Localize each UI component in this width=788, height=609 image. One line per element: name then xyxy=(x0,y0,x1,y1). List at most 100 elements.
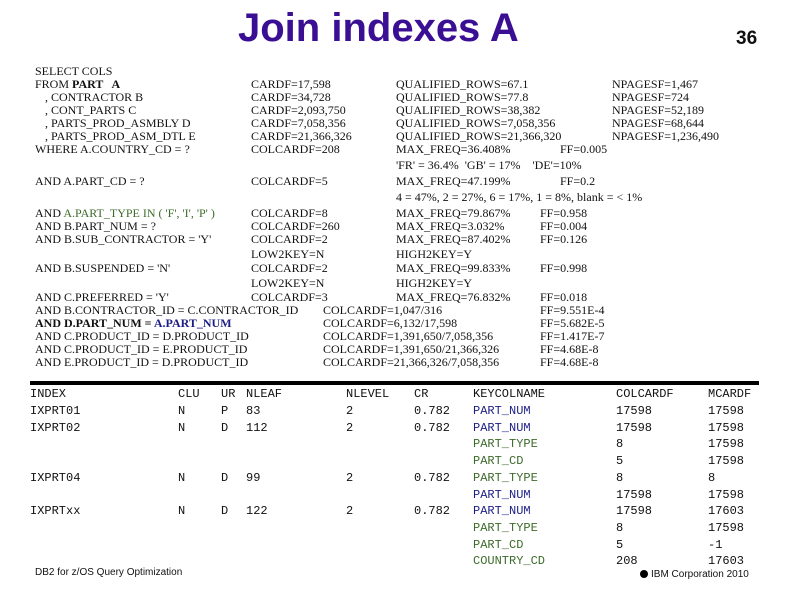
cell-colcardf: 8 xyxy=(616,520,624,535)
cell-index: IXPRT01 xyxy=(30,404,81,418)
cell-ur: D xyxy=(221,420,229,435)
sql-line: AND B.SUB_CONTRACTOR = 'Y' xyxy=(35,232,212,246)
colcardf-value: COLCARDF=260 xyxy=(251,219,340,233)
cell-index: IXPRT02 xyxy=(30,420,81,435)
qualified-rows-value: QUALIFIED_ROWS=67.1 xyxy=(396,77,529,91)
cell-ur: D xyxy=(221,470,229,485)
colcardf-value: COLCARDF=208 xyxy=(251,142,340,156)
cardf-value: CARDF=21,366,326 xyxy=(251,129,352,143)
cell-index: IXPRT04 xyxy=(30,470,81,485)
header-clu: CLU xyxy=(178,387,200,401)
cell-index: IXPRTxx xyxy=(30,504,81,519)
ff-value: FF=5.682E-5 xyxy=(540,316,605,330)
qualified-rows-value: QUALIFIED_ROWS=21,366,320 xyxy=(396,129,562,143)
sql-part-type-predicate: A.PART_TYPE IN ( 'F', 'I', 'P' ) xyxy=(63,206,215,220)
sql-from-keyword: FROM xyxy=(35,77,73,91)
cell-nlevel: 2 xyxy=(346,470,354,485)
sql-line: AND D.PART_NUM = A.PART_NUM xyxy=(35,316,232,330)
cell-mcardf: -1 xyxy=(708,537,723,552)
colcardf-value: COLCARDF=8 xyxy=(251,206,328,220)
low2key-value: LOW2KEY=N xyxy=(251,247,325,261)
cardf-value: CARDF=34,728 xyxy=(251,90,331,104)
ff-value: FF=0.126 xyxy=(540,232,588,246)
cell-mcardf: 17598 xyxy=(708,454,745,469)
cell-keycolname: COUNTRY_CD xyxy=(473,554,546,569)
sql-line: AND A.PART_CD = ? xyxy=(35,174,145,188)
ff-value: FF=0.004 xyxy=(540,219,588,233)
sql-line: SELECT COLS xyxy=(35,64,113,78)
cell-mcardf: 8 xyxy=(708,470,716,485)
cell-colcardf: 17598 xyxy=(616,420,653,435)
ff-value: FF=0.958 xyxy=(540,206,588,220)
cell-clu: N xyxy=(178,420,186,435)
colcardf-value: COLCARDF=2 xyxy=(251,261,328,275)
cardf-value: CARDF=7,058,356 xyxy=(251,116,346,130)
cell-nlevel: 2 xyxy=(346,420,354,435)
high2key-value: HIGH2KEY=Y xyxy=(396,276,473,290)
sql-line: AND E.PRODUCT_ID = D.PRODUCT_ID xyxy=(35,355,249,369)
colcardf-value: COLCARDF=3 xyxy=(251,290,328,304)
qualified-rows-value: QUALIFIED_ROWS=38,382 xyxy=(396,103,541,117)
cell-clu: N xyxy=(178,504,186,519)
npagesf-value: NPAGESF=1,236,490 xyxy=(612,129,720,143)
cell-cr: 0.782 xyxy=(414,420,451,435)
cell-keycolname: PART_TYPE xyxy=(473,520,538,535)
qualified-rows-value: QUALIFIED_ROWS=77.8 xyxy=(396,90,529,104)
sql-line: FROM PART A xyxy=(35,77,120,91)
cell-mcardf: 17603 xyxy=(708,554,745,569)
max-freq-value: MAX_FREQ=79.867% xyxy=(396,206,511,220)
sql-line: , CONT_PARTS C xyxy=(45,103,137,117)
sql-line: , PARTS_PROD_ASMBLY D xyxy=(45,116,191,130)
cell-colcardf: 8 xyxy=(616,437,624,452)
copyright-text: IBM Corporation 2010 xyxy=(651,569,749,580)
sql-line: , CONTRACTOR B xyxy=(45,90,144,104)
ff-value: FF=0.018 xyxy=(540,290,588,304)
sql-and-keyword: AND xyxy=(35,206,64,220)
sql-line: AND C.PRODUCT_ID = E.PRODUCT_ID xyxy=(35,342,248,356)
cell-nleaf: 122 xyxy=(246,504,268,519)
cell-colcardf: 5 xyxy=(616,454,624,469)
max-freq-value: MAX_FREQ=36.408% xyxy=(396,142,511,156)
cell-keycolname: PART_NUM xyxy=(473,404,531,418)
page-number: 36 xyxy=(736,28,758,49)
npagesf-value: NPAGESF=1,467 xyxy=(612,77,699,91)
cell-cr: 0.782 xyxy=(414,470,451,485)
ff-value: FF=0.998 xyxy=(540,261,588,275)
header-keycolname: KEYCOLNAME xyxy=(473,387,546,401)
sql-from-table: PART A xyxy=(72,77,121,91)
footer-course-title: DB2 for z/OS Query Optimization xyxy=(35,567,183,578)
join-colcardf-value: COLCARDF=21,366,326/7,058,356 xyxy=(323,355,500,369)
cell-keycolname: PART_NUM xyxy=(473,420,531,435)
cell-keycolname: PART_TYPE xyxy=(473,437,538,452)
cell-nleaf: 99 xyxy=(246,470,261,485)
cell-colcardf: 5 xyxy=(616,537,624,552)
high2key-value: HIGH2KEY=Y xyxy=(396,247,473,261)
sql-join-lhs: AND D.PART_NUM = xyxy=(35,316,154,330)
join-colcardf-value: COLCARDF=6,132/17,598 xyxy=(323,316,458,330)
cell-colcardf: 17598 xyxy=(616,487,653,502)
header-index: INDEX xyxy=(30,387,67,401)
header-mcardf: MCARDF xyxy=(708,387,752,401)
cell-mcardf: 17598 xyxy=(708,487,745,502)
cell-nlevel: 2 xyxy=(346,404,354,418)
join-colcardf-value: COLCARDF=1,391,650/7,058,356 xyxy=(323,329,494,343)
cell-keycolname: PART_CD xyxy=(473,454,524,469)
cell-mcardf: 17603 xyxy=(708,504,745,519)
max-freq-value: MAX_FREQ=47.199% xyxy=(396,174,511,188)
cell-colcardf: 17598 xyxy=(616,404,653,418)
cell-clu: N xyxy=(178,470,186,485)
sql-line: AND A.PART_TYPE IN ( 'F', 'I', 'P' ) xyxy=(35,206,215,220)
header-cr: CR xyxy=(414,387,429,401)
npagesf-value: NPAGESF=52,189 xyxy=(612,103,705,117)
npagesf-value: NPAGESF=68,644 xyxy=(612,116,705,130)
frequency-distribution: 'FR' = 36.4% 'GB' = 17% 'DE'=10% xyxy=(396,158,582,172)
sql-line: AND B.SUSPENDED = 'N' xyxy=(35,261,171,275)
ff-value: FF=4.68E-8 xyxy=(540,342,599,356)
cell-colcardf: 17598 xyxy=(616,504,653,519)
header-nleaf: NLEAF xyxy=(246,387,283,401)
sql-line: , PARTS_PROD_ASM_DTL E xyxy=(45,129,196,143)
cell-mcardf: 17598 xyxy=(708,404,745,418)
ff-value: FF=0.005 xyxy=(560,142,608,156)
cell-keycolname: PART_CD xyxy=(473,537,524,552)
join-colcardf-value: COLCARDF=1,391,650/21,366,326 xyxy=(323,342,500,356)
